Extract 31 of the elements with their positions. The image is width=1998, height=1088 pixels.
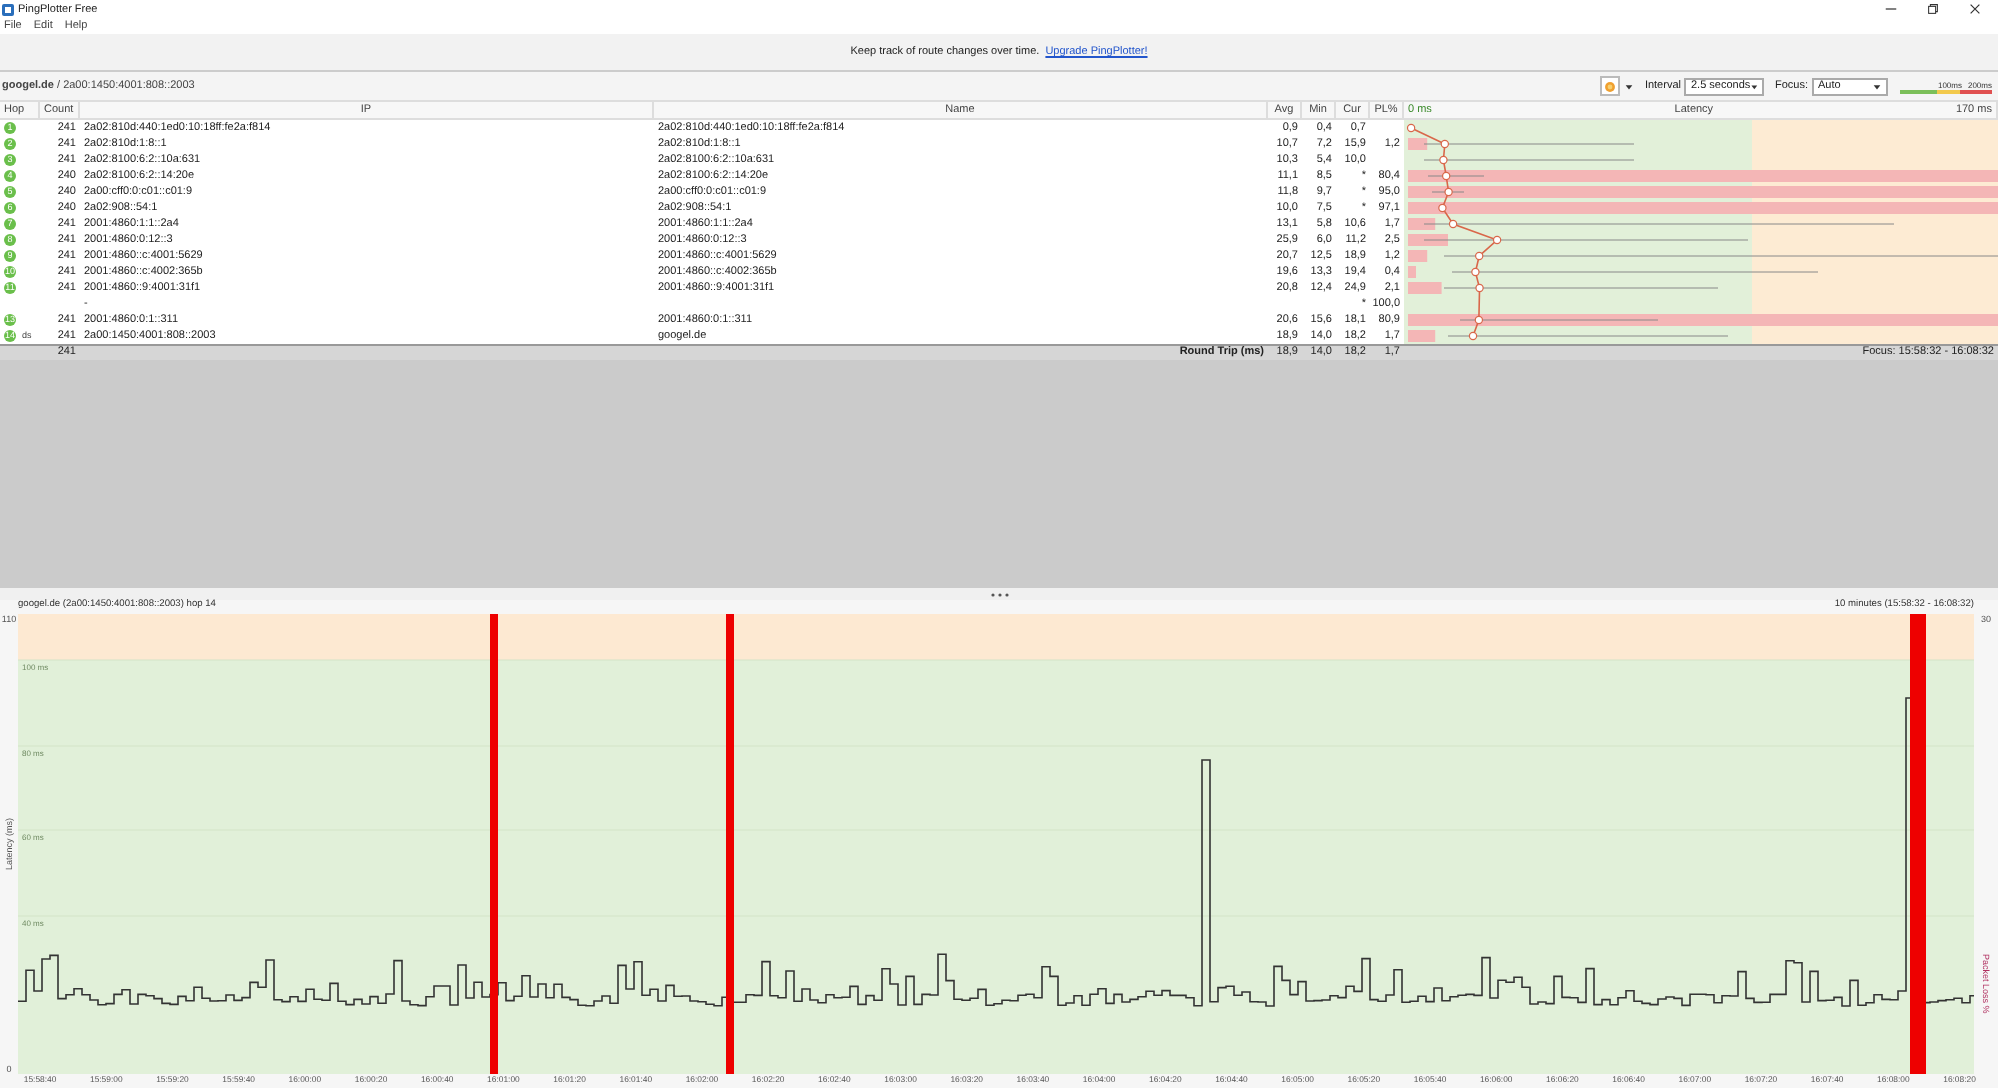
latency-marker [1471,267,1480,277]
latency-marker [1439,155,1448,165]
caret-icon [1750,81,1759,91]
drag-handle-icon[interactable] [989,591,1009,597]
latency-marker [1474,315,1484,325]
packet-loss-bar [1408,218,1436,230]
latency-marker [1492,235,1502,245]
minimize-icon[interactable] [1884,2,1898,16]
caret-icon[interactable] [1624,81,1635,91]
packet-loss-bar [1408,330,1436,342]
sun-icon [1604,79,1617,93]
latency-scale-bar [1900,89,1992,93]
latency-range-line [1431,191,1465,193]
packet-loss-bar [1408,250,1428,262]
latency-marker [1440,139,1449,149]
latency-marker [1438,203,1447,213]
latency-marker [1475,283,1484,293]
latency-marker [1406,123,1416,133]
close-icon[interactable] [1968,2,1982,16]
caret-icon [1872,81,1882,91]
restore-icon[interactable] [1926,2,1940,16]
latency-range-line [1427,175,1485,177]
packet-loss-bar [1408,266,1416,278]
latency-marker [1475,251,1484,261]
packet-loss-bar [1408,282,1442,294]
packet-loss-bar [1408,138,1428,150]
latency-marker [1448,219,1458,229]
latency-marker [1444,187,1453,197]
packet-loss-bar [1408,234,1448,246]
latency-marker [1468,331,1478,341]
latency-marker [1442,171,1451,181]
